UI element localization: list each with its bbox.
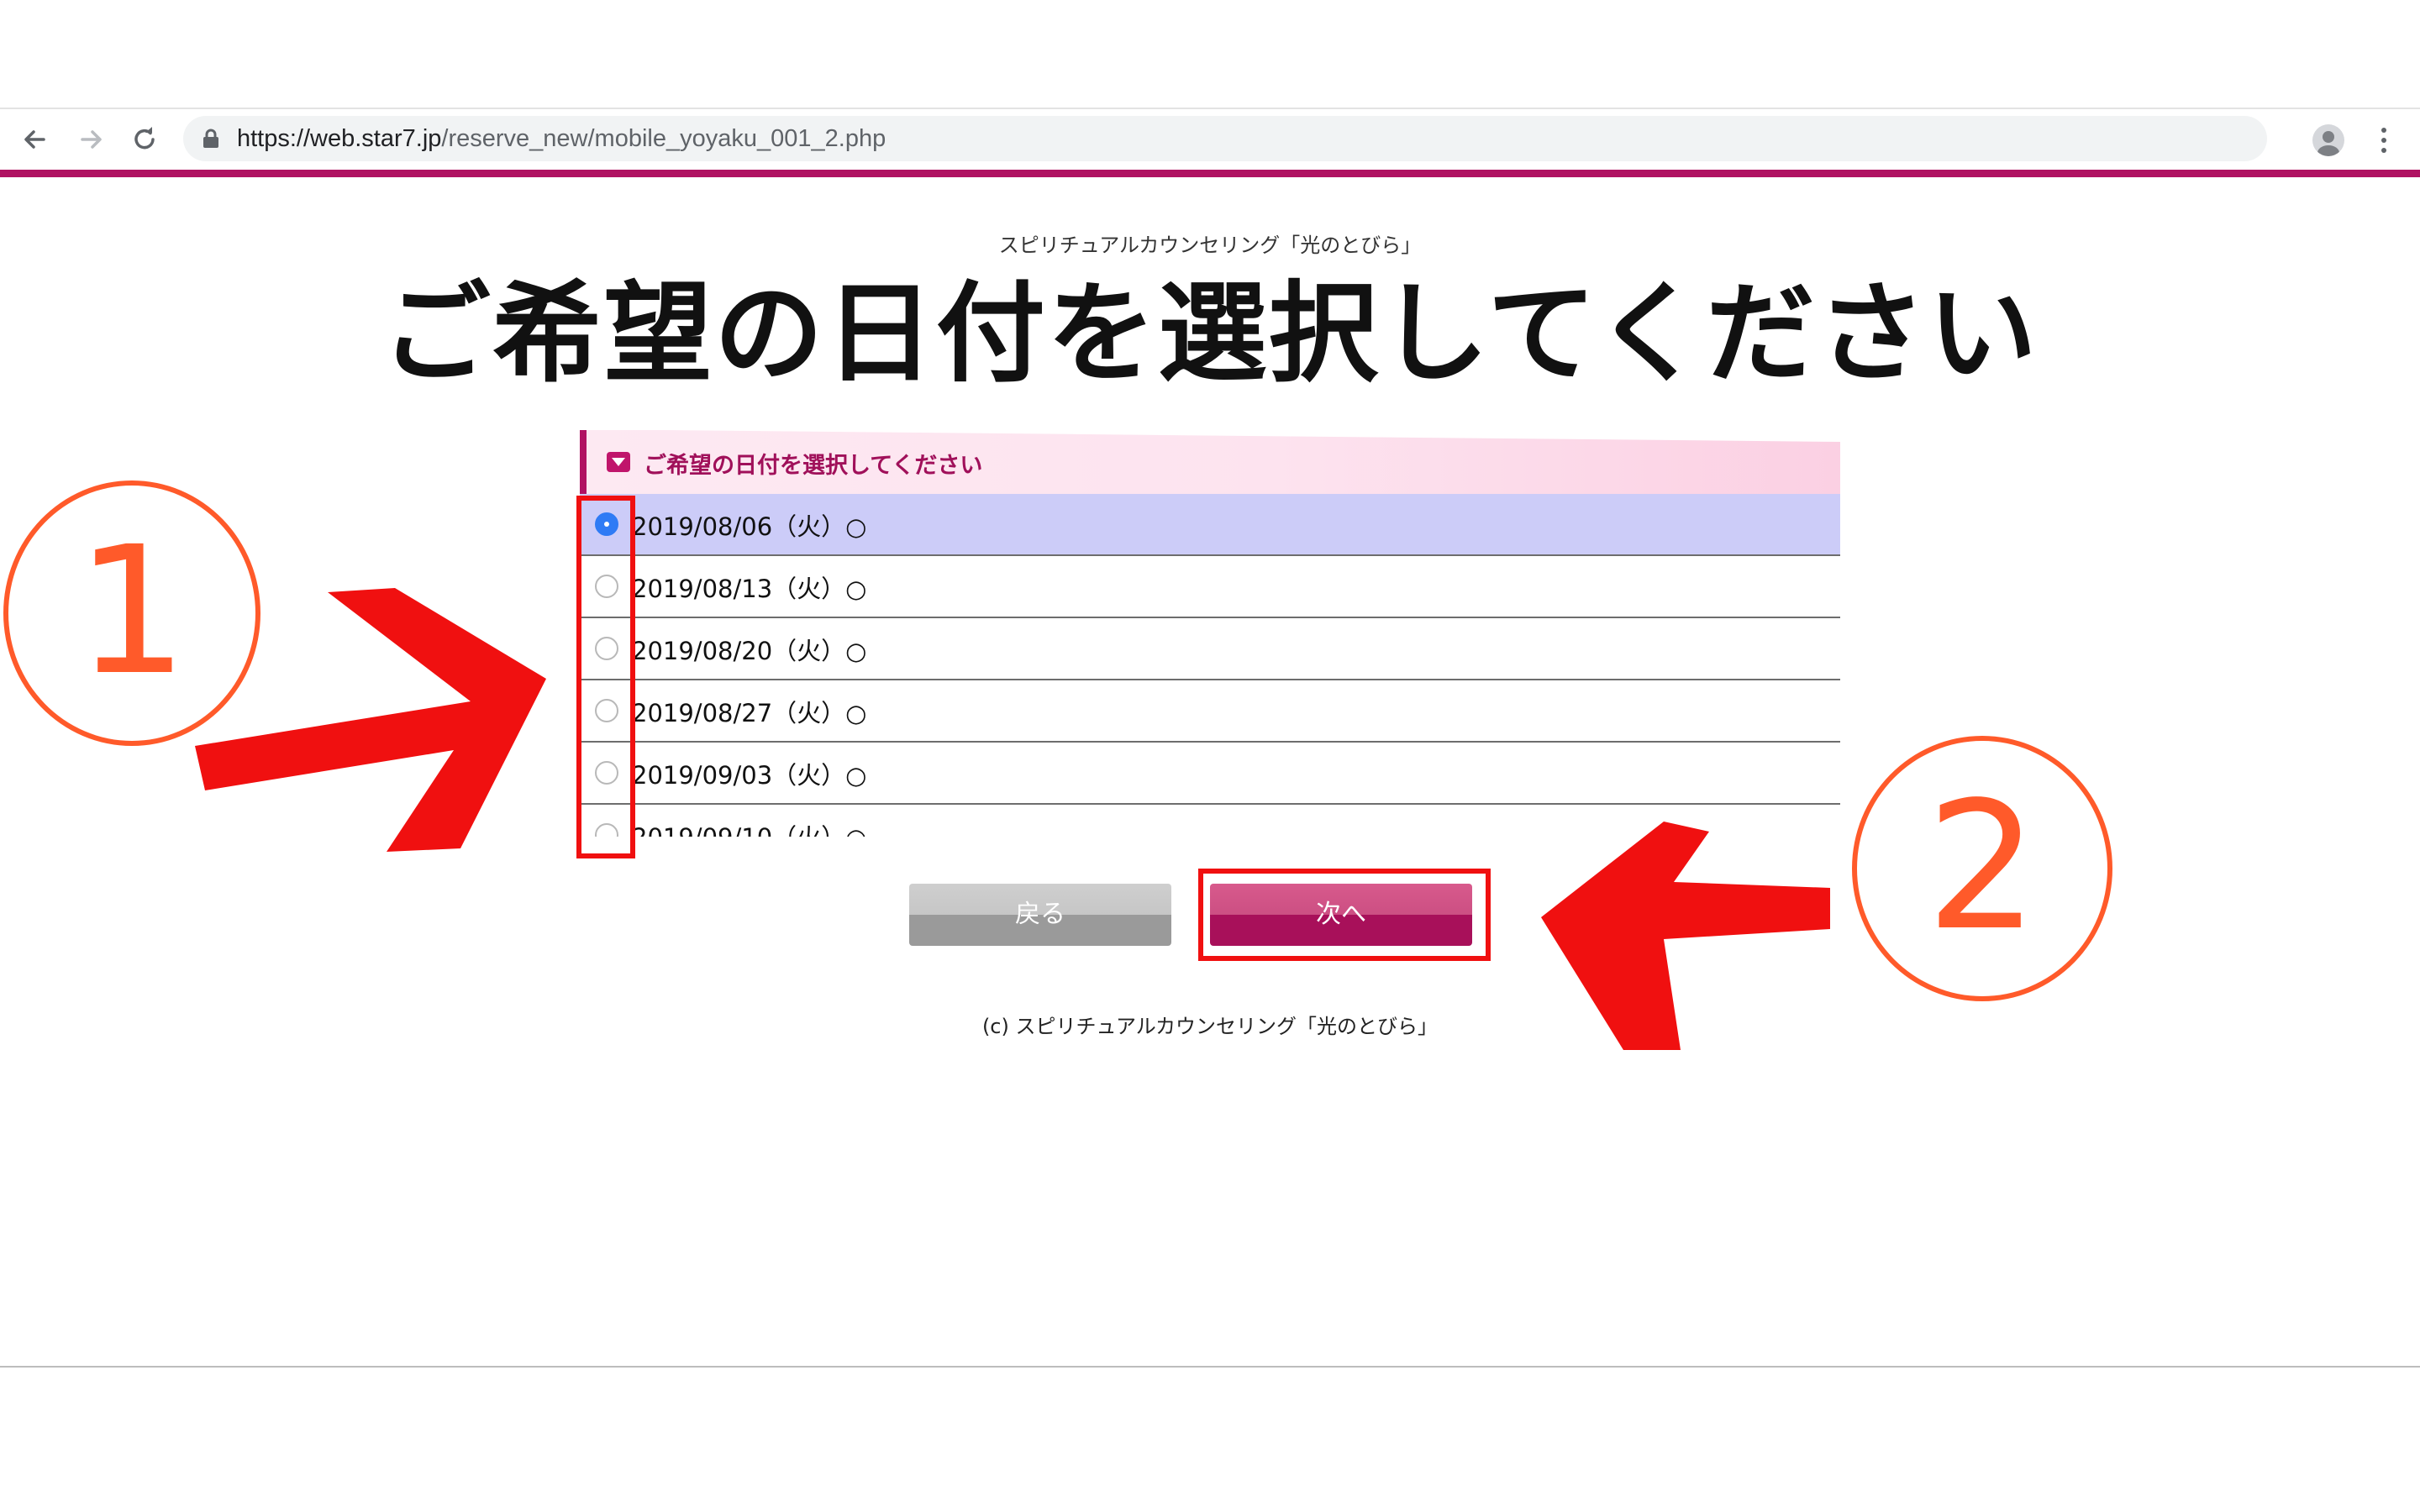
date-option-row[interactable]: 2019/08/20（火）○ <box>580 618 1840 680</box>
panel-header: ご希望の日付を選択してください <box>580 430 1840 494</box>
date-option-row[interactable]: 2019/09/03（火）○ <box>580 743 1840 805</box>
date-option-label: 2019/08/20（火）○ <box>632 637 867 665</box>
back-arrow-icon[interactable] <box>18 123 52 156</box>
date-option-row[interactable]: 2019/09/10（火）○ <box>580 805 1840 837</box>
step-1-badge: 1 <box>3 480 260 746</box>
radio-highlight-box <box>576 496 635 858</box>
date-option-row[interactable]: 2019/08/27（火）○ <box>580 680 1840 743</box>
date-option-label: 2019/09/03（火）○ <box>632 761 867 790</box>
page-bottom-divider <box>0 1366 2420 1368</box>
date-option-label: 2019/08/06（火）○ <box>632 512 867 541</box>
date-list: 2019/08/06（火）○ 2019/08/13（火）○ 2019/08/20… <box>580 494 1840 837</box>
panel-header-title: ご希望の日付を選択してください <box>644 453 983 479</box>
back-button[interactable]: 戻る <box>909 884 1171 946</box>
date-option-row[interactable]: 2019/08/13（火）○ <box>580 556 1840 618</box>
url-path: /reserve_new/mobile_yoyaku_001_2.php <box>441 125 886 152</box>
date-selection-panel: ご希望の日付を選択してください 2019/08/06（火）○ 2019/08/1… <box>580 430 1840 837</box>
tutorial-title: ご希望の日付を選択してください <box>381 270 2039 397</box>
header-corner-decoration <box>664 430 1840 442</box>
forward-arrow-icon[interactable] <box>74 123 108 156</box>
profile-avatar-icon[interactable] <box>2312 124 2344 156</box>
lock-icon <box>203 129 218 148</box>
date-option-label: 2019/08/27（火）○ <box>632 699 867 727</box>
address-bar[interactable]: https://web.star7.jp/reserve_new/mobile_… <box>183 116 2267 161</box>
step-2-badge: 2 <box>1852 736 2112 1001</box>
dropdown-triangle-icon <box>607 452 630 472</box>
copyright-footer: (c) スピリチュアルカウンセリング「光のとびら」 <box>981 1015 1439 1038</box>
reload-icon[interactable] <box>128 123 161 156</box>
next-button-highlight-box <box>1198 869 1491 961</box>
browser-toolbar: https://web.star7.jp/reserve_new/mobile_… <box>0 108 2420 170</box>
url-host: https://web.star7.jp <box>237 125 442 152</box>
site-accent-bar <box>0 170 2420 177</box>
menu-kebab-icon[interactable] <box>2378 126 2390 155</box>
date-option-label: 2019/08/13（火）○ <box>632 575 867 603</box>
date-option-label: 2019/09/10（火）○ <box>632 818 866 837</box>
date-option-row[interactable]: 2019/08/06（火）○ <box>580 494 1840 556</box>
url-text: https://web.star7.jp/reserve_new/mobile_… <box>237 125 886 153</box>
